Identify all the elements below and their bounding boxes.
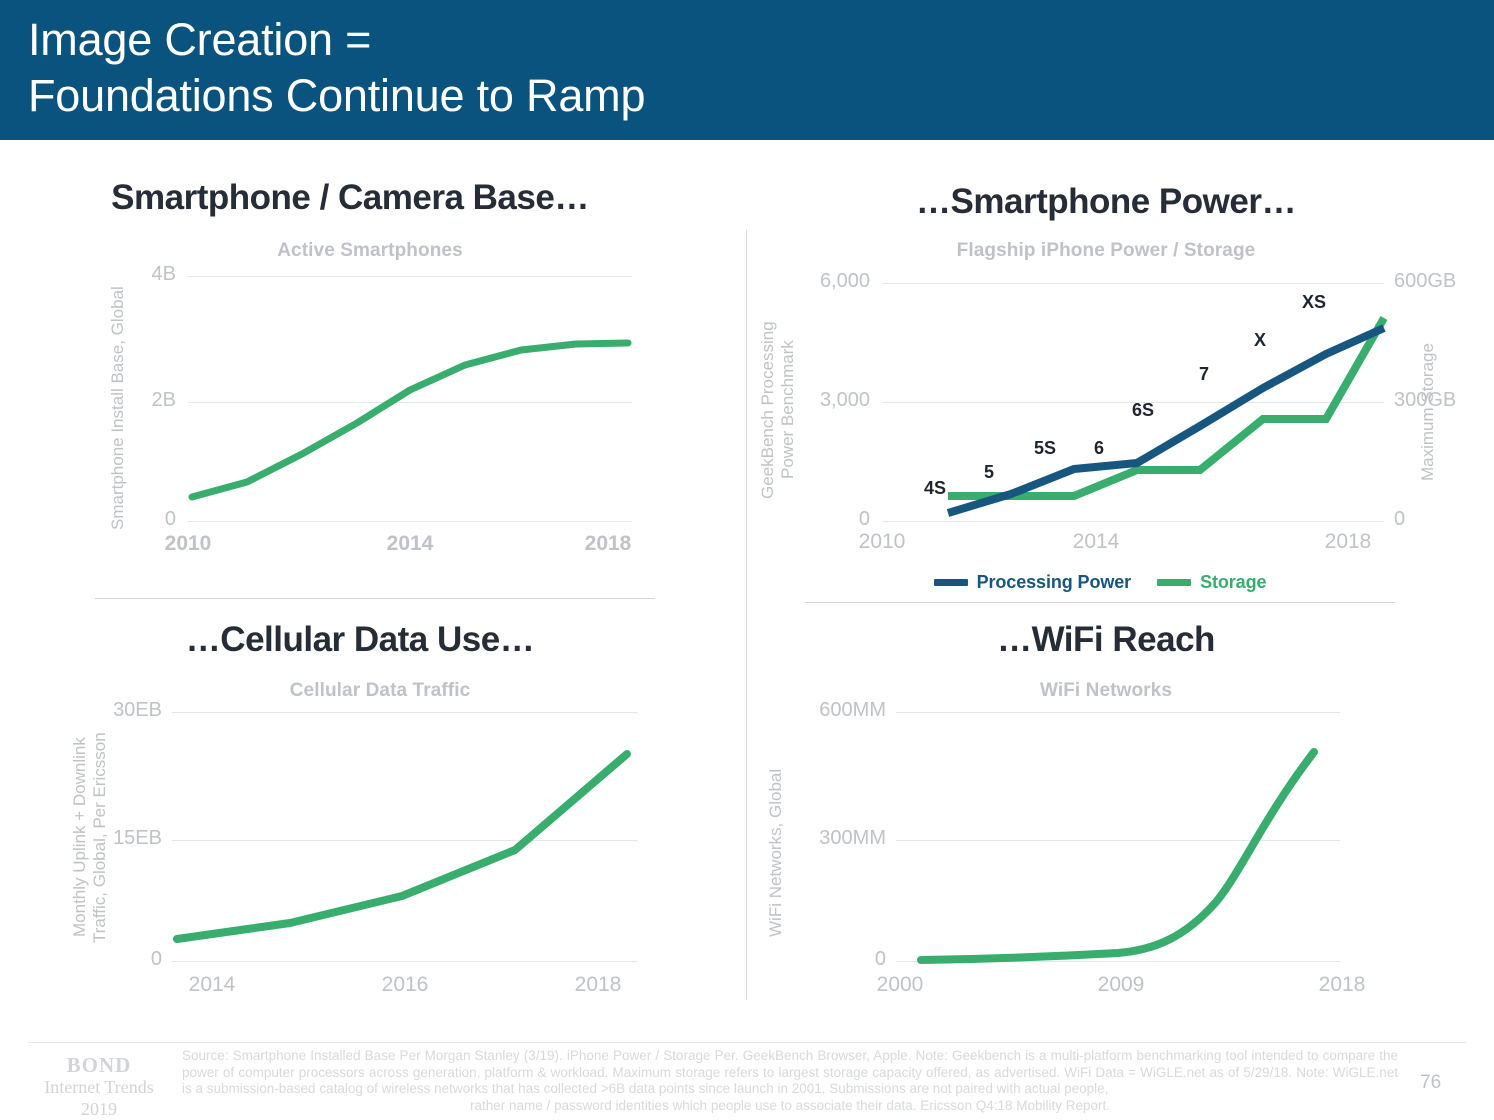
chart-2-point-label-5: 5 [984, 462, 995, 482]
quadrant-smartphone-power: …Smartphone Power… Flagship iPhone Power… [746, 170, 1494, 610]
source-note-main: Source: Smartphone Installed Base Per Mo… [182, 1048, 1398, 1096]
legend-swatch-processing-power [933, 579, 968, 586]
chart-2-xtick-2010: 2010 [858, 530, 906, 553]
quadrant-wifi-reach: …WiFi Reach WiFi Networks WiFi Networks,… [746, 608, 1494, 1008]
chart-2-ytick-right-0: 0 [1394, 508, 1406, 530]
chart-4-xtick-2018: 2018 [1318, 973, 1366, 996]
chart-2-subtitle: Flagship iPhone Power / Storage [956, 240, 1256, 261]
chart-2-point-label-5S: 5S [1034, 438, 1057, 458]
chart-2-legend: Processing Power Storage [805, 572, 1395, 593]
chart-1-y-axis-title: Smartphone Install Base, Global [108, 286, 127, 530]
chart-3-xtick-2018: 2018 [574, 973, 622, 996]
chart-4-ytick-600MM: 600MM [819, 699, 886, 721]
chart-2-ytick-right-600GB: 600GB [1394, 270, 1457, 292]
chart-2-point-label-XS: XS [1302, 292, 1327, 312]
chart-2-y-axis-title-right: Maximum Storage [1418, 343, 1437, 482]
chart-1-ytick-4B: 4B [151, 263, 176, 285]
chart-4-ytick-300MM: 300MM [819, 827, 886, 849]
legend-item-storage[interactable]: Storage [1157, 572, 1266, 593]
chart-3-subtitle: Cellular Data Traffic [289, 680, 471, 701]
chart-1-xtick-2010: 2010 [164, 532, 212, 555]
chart-2-point-label-6S: 6S [1132, 400, 1155, 420]
chart-2-point-label-4S: 4S [924, 478, 947, 498]
chart-2-xtick-2014: 2014 [1072, 530, 1120, 553]
quadrant-1-heading: Smartphone / Camera Base… [111, 178, 589, 217]
quadrant-2-heading: …Smartphone Power… [916, 182, 1296, 221]
chart-3-plot [173, 750, 631, 943]
chart-1-plot [188, 339, 632, 501]
chart-1-ytick-2B: 2B [151, 389, 176, 411]
chart-3-ytick-0: 0 [150, 948, 162, 970]
chart-3-ytick-30EB: 30EB [113, 699, 162, 721]
left-column-divider [95, 598, 655, 599]
legend-swatch-storage [1157, 579, 1192, 586]
bond-logo: BOND Internet Trends 2019 [24, 1054, 174, 1120]
chart-2-point-label-7: 7 [1199, 364, 1210, 384]
chart-3-xtick-2016: 2016 [381, 973, 429, 996]
bond-logo-subtitle: Internet Trends [44, 1077, 154, 1097]
chart-2-series-storage [948, 316, 1388, 500]
chart-4-plot [917, 748, 1318, 964]
chart-4-series-line [917, 748, 1318, 964]
chart-1-subtitle: Active Smartphones [277, 240, 463, 261]
legend-label-processing-power: Processing Power [976, 572, 1132, 592]
chart-1-ytick-0: 0 [164, 508, 176, 530]
chart-3-series-line [173, 750, 631, 943]
chart-2-ytick-right-300GB: 300GB [1394, 389, 1457, 411]
chart-3-xtick-2014: 2014 [188, 973, 236, 996]
chart-1-xtick-2014: 2014 [386, 532, 434, 555]
chart-4-subtitle: WiFi Networks [1039, 680, 1173, 701]
chart-2-xtick-2018: 2018 [1324, 530, 1372, 553]
quadrant-4-heading: …WiFi Reach [997, 620, 1215, 659]
slide-title: Image Creation = Foundations Continue to… [28, 14, 646, 121]
chart-4-y-axis-title: WiFi Networks, Global [766, 768, 785, 938]
legend-label-storage: Storage [1200, 572, 1267, 592]
source-note: Source: Smartphone Installed Base Per Mo… [182, 1048, 1398, 1114]
footer-divider [28, 1042, 1466, 1043]
quadrant-3-heading: …Cellular Data Use… [185, 620, 535, 659]
chart-3-ytick-15EB: 15EB [113, 827, 162, 849]
chart-1-xtick-2018: 2018 [584, 532, 632, 555]
chart-4-xtick-2000: 2000 [876, 973, 924, 996]
chart-1-series-line [188, 339, 632, 501]
quadrant-cellular-data-use: …Cellular Data Use… Cellular Data Traffi… [0, 608, 746, 1008]
bond-logo-name: BOND [66, 1053, 132, 1077]
chart-2-ytick-0: 0 [858, 508, 870, 530]
page-number: 76 [1420, 1072, 1442, 1093]
chart-2-point-label-X: X [1254, 330, 1267, 350]
quadrant-smartphone-camera-base: Smartphone / Camera Base… Active Smartph… [0, 170, 746, 590]
legend-item-processing-power[interactable]: Processing Power [933, 572, 1132, 593]
bond-logo-year: 2019 [81, 1099, 117, 1119]
chart-2-ytick-3000: 3,000 [819, 389, 870, 411]
chart-4-ytick-0: 0 [874, 948, 886, 970]
chart-4-xtick-2009: 2009 [1097, 973, 1145, 996]
chart-2-ytick-6000: 6,000 [819, 270, 870, 292]
chart-2-point-label-6: 6 [1094, 438, 1105, 458]
source-note-last-line: rather name / password identities which … [469, 1097, 1111, 1113]
